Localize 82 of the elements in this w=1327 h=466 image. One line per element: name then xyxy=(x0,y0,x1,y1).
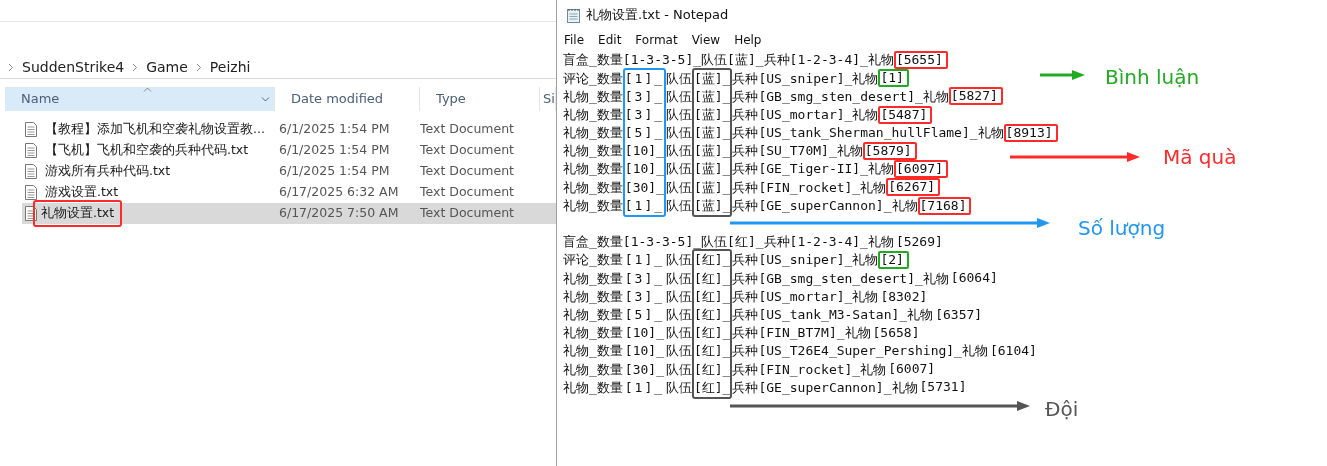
gift-code: [6007] xyxy=(887,360,937,379)
code-text: 礼物_数量[10]_队伍[蓝]_兵种[GE_Tiger-II]_礼物 xyxy=(563,160,895,179)
gift-code: [5658] xyxy=(871,323,921,342)
chevron-icon xyxy=(195,63,202,72)
code-text: 礼物_数量[5]_队伍[红]_兵种[US_tank_M3-Satan]_礼物 xyxy=(563,305,934,324)
pointer-arrow xyxy=(1040,69,1085,81)
file-name: 游戏所有兵种代码.txt xyxy=(44,162,172,181)
breadcrumb-item[interactable]: Game xyxy=(146,57,188,78)
code-text: 盲盒_数量[1-3-3-5]_队伍[红]_兵种[1-2-3-4]_礼物 xyxy=(563,233,894,252)
file-date: 6/17/2025 7:50 AM xyxy=(278,204,400,223)
code-text: 礼物_数量[30]_队伍[蓝]_兵种[FIN_rocket]_礼物 xyxy=(563,178,887,197)
gift-code: [1] xyxy=(878,69,909,88)
menu-item[interactable]: Edit xyxy=(598,31,622,49)
annotation-label: Mã quà xyxy=(1163,144,1237,171)
code-text: 礼物_数量[3]_队伍[蓝]_兵种[US_mortar]_礼物 xyxy=(563,105,879,124)
gift-code: [5879] xyxy=(862,142,917,161)
file-name: 【教程】添加飞机和空袭礼物设置教... xyxy=(44,120,266,139)
file-row[interactable]: 游戏设置.txt 6/17/2025 6:32 AM Text Document xyxy=(22,182,556,203)
gift-code: [5655] xyxy=(893,51,948,70)
code-text: 礼物_数量[10]_队伍[红]_兵种[FIN_BT7M]_礼物 xyxy=(563,324,871,343)
file-name: 游戏设置.txt xyxy=(44,183,120,202)
column-header[interactable]: Name xyxy=(5,87,275,111)
file-date: 6/1/2025 1:54 PM xyxy=(278,141,391,160)
gift-code: [8913] xyxy=(1003,123,1058,142)
column-header[interactable]: Si xyxy=(540,87,556,111)
gift-code: [2] xyxy=(878,251,909,270)
gift-code: [6357] xyxy=(934,305,984,324)
document-icon xyxy=(25,122,37,137)
menu-item[interactable]: View xyxy=(691,31,721,49)
menu-item[interactable]: File xyxy=(564,31,585,49)
code-text: 礼物_数量[1]_队伍[红]_兵种[GE_superCannon]_礼物 xyxy=(563,378,918,397)
gift-code: [5269] xyxy=(894,232,944,251)
annotation-label: Đội xyxy=(1045,396,1079,423)
annotation-label: Bình luận xyxy=(1105,64,1200,91)
annotation-label: Số lượng xyxy=(1078,215,1166,242)
gift-code: [8302] xyxy=(879,287,929,306)
code-text: 礼物_数量[3]_队伍[蓝]_兵种[GB_smg_sten_desert]_礼物 xyxy=(563,87,949,106)
gift-code: [5827] xyxy=(948,87,1003,106)
code-text: 礼物_数量[1]_队伍[蓝]_兵种[GE_superCannon]_礼物 xyxy=(563,196,918,215)
caret-icon[interactable] xyxy=(261,97,270,102)
file-type: Text Document xyxy=(420,162,514,181)
chevron-icon xyxy=(8,63,14,72)
gift-code: [6064] xyxy=(949,269,999,288)
file-date: 6/1/2025 1:54 PM xyxy=(278,162,391,181)
file-name: 【飞机】飞机和空袭的兵种代码.txt xyxy=(44,141,250,160)
file-date: 6/17/2025 6:32 AM xyxy=(278,183,400,202)
menu-item[interactable]: Format xyxy=(635,31,678,49)
gift-code: [6104] xyxy=(988,342,1038,361)
file-type: Text Document xyxy=(420,183,514,202)
document-icon xyxy=(25,206,37,221)
document-icon xyxy=(25,164,37,179)
code-text: 礼物_数量[5]_队伍[蓝]_兵种[US_tank_Sherman_hullFlame]_礼物 xyxy=(563,124,1004,143)
file-name: 礼物设置.txt xyxy=(33,200,123,227)
document-icon xyxy=(25,185,37,200)
gift-code: [6267] xyxy=(886,178,941,197)
file-type: Text Document xyxy=(420,141,514,160)
window-title: 礼物设置.txt - Notepad xyxy=(586,6,729,25)
file-row[interactable]: 【飞机】飞机和空袭的兵种代码.txt 6/1/2025 1:54 PM Text Document xyxy=(22,140,556,161)
file-row[interactable]: 礼物设置.txt 6/17/2025 7:50 AM Text Document xyxy=(22,203,556,224)
notepad-icon xyxy=(567,7,580,23)
file-row[interactable]: 【教程】添加飞机和空袭礼物设置教... 6/1/2025 1:54 PM Text Document xyxy=(22,119,556,140)
file-row[interactable]: 游戏所有兵种代码.txt 6/1/2025 1:54 PM Text Document xyxy=(22,161,556,182)
chevron-icon xyxy=(132,63,139,72)
document-icon xyxy=(25,143,37,158)
gift-code: [7168] xyxy=(917,196,972,215)
code-text: 礼物_数量[3]_队伍[红]_兵种[US_mortar]_礼物 xyxy=(563,287,879,306)
file-type: Text Document xyxy=(420,204,514,223)
code-text: 礼物_数量[30]_队伍[红]_兵种[FIN_rocket]_礼物 xyxy=(563,360,887,379)
gift-code: [5731] xyxy=(918,378,968,397)
code-text: 礼物_数量[10]_队伍[蓝]_兵种[SU_T70M]_礼物 xyxy=(563,142,863,161)
code-text: 礼物_数量[3]_队伍[红]_兵种[GB_smg_sten_desert]_礼物 xyxy=(563,269,949,288)
menu-item[interactable]: Help xyxy=(734,31,762,49)
code-text: 盲盒_数量[1-3-3-5]_队伍[蓝]_兵种[1-2-3-4]_礼物 xyxy=(563,51,894,70)
file-type: Text Document xyxy=(420,120,514,139)
gift-code: [6097] xyxy=(894,160,948,179)
gift-code: [5487] xyxy=(878,105,933,124)
file-date: 6/1/2025 1:54 PM xyxy=(278,120,391,139)
code-text: 礼物_数量[10]_队伍[红]_兵种[US_T26E4_Super_Pershing]_礼物 xyxy=(563,342,988,361)
code-text: 评论_数量[1]_队伍[蓝]_兵种[US_sniper]_礼物 xyxy=(563,69,879,88)
breadcrumb-item[interactable]: Peizhi xyxy=(209,57,251,78)
breadcrumb-item[interactable]: SuddenStrike4 xyxy=(22,57,125,78)
code-text: 评论_数量[1]_队伍[红]_兵种[US_sniper]_礼物 xyxy=(563,251,879,270)
